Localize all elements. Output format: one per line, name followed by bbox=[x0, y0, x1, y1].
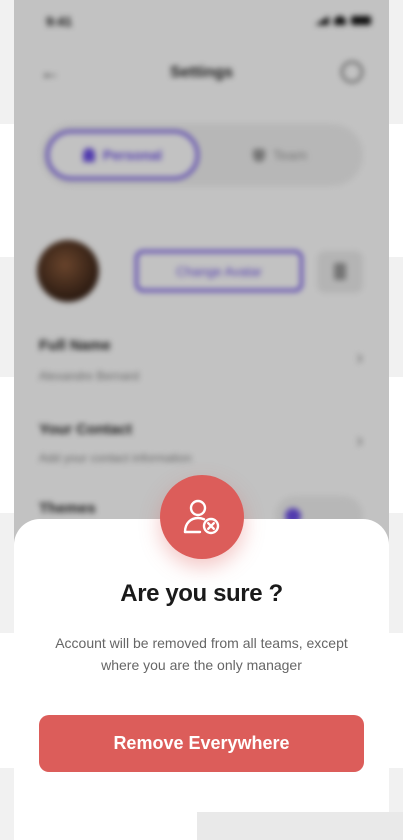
dialog-title: Are you sure ? bbox=[120, 580, 283, 607]
user-remove-icon bbox=[160, 475, 244, 559]
phone-screen: 9:41 ← Settings Personal Team Change Ava… bbox=[14, 0, 389, 812]
dialog-message: Account will be removed from all teams, … bbox=[55, 635, 348, 673]
remove-everywhere-button[interactable]: Remove Everywhere bbox=[39, 715, 364, 772]
